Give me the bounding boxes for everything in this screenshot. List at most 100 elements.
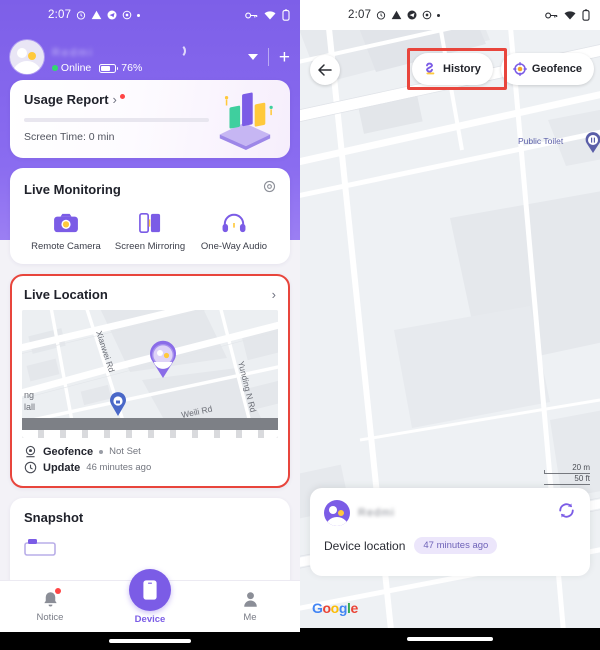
scale-line — [544, 484, 590, 485]
bottom-navigation: Notice Device Me — [0, 568, 300, 632]
clock-icon — [24, 461, 37, 474]
notice-badge-icon — [55, 588, 61, 594]
gear-icon — [422, 10, 432, 20]
map-scale: 20 m 50 ft — [544, 463, 590, 485]
live-location-title: Live Location — [24, 287, 108, 302]
geofence-label: Geofence — [43, 445, 94, 458]
device-fab-button[interactable] — [129, 568, 171, 611]
warning-icon — [391, 10, 402, 20]
scale-imperial: 50 ft — [574, 474, 590, 483]
monitoring-label: Screen Mirroring — [114, 241, 186, 252]
live-location-map[interactable]: Xianwei Rd Yunding N Rd Weili Rd ng lall — [22, 310, 278, 438]
notification-dot-icon — [119, 93, 125, 99]
refresh-icon[interactable] — [557, 501, 576, 525]
nav-label: Device — [134, 613, 166, 625]
nav-item-device[interactable]: Device — [100, 568, 200, 625]
device-name: Redmi — [52, 47, 94, 59]
status-time: 2:07 — [48, 9, 72, 21]
avatar[interactable] — [324, 500, 350, 526]
monitoring-item-one-way-audio[interactable]: One-Way Audio — [192, 212, 276, 252]
live-monitoring-title: Live Monitoring — [24, 181, 121, 197]
nav-item-notice[interactable]: Notice — [0, 588, 100, 623]
update-row: Update 46 minutes ago — [24, 461, 276, 474]
toilet-pin-icon[interactable] — [585, 132, 600, 154]
device-location-label: Device location — [324, 538, 406, 553]
battery-label: 76% — [121, 62, 143, 74]
person-icon — [243, 592, 257, 607]
tab-label: Geofence — [531, 63, 583, 75]
chevron-right-icon[interactable]: › — [272, 287, 276, 302]
wifi-icon — [564, 10, 576, 20]
home-indicator-bar — [0, 632, 300, 650]
left-phone-screen: 2:07 Redmi Online 76% + Usage Report › S… — [0, 0, 300, 650]
battery-icon — [582, 9, 590, 21]
snapshot-placeholder-icon — [24, 539, 56, 556]
snapshot-title: Snapshot — [24, 510, 84, 525]
geofence-icon — [25, 445, 36, 458]
svg-text:lall: lall — [24, 402, 35, 412]
loading-spinner-icon — [172, 44, 186, 58]
device-name: Redmi — [358, 507, 395, 519]
geofence-row: Geofence Not Set — [24, 445, 276, 458]
svg-text:ng: ng — [24, 390, 34, 400]
avatar[interactable] — [10, 40, 44, 74]
usage-progress-bar — [24, 118, 209, 122]
nav-item-me[interactable]: Me — [200, 590, 300, 623]
scale-line — [544, 470, 590, 474]
route-icon — [426, 62, 435, 75]
usage-report-card[interactable]: Usage Report › Screen Time: 0 min — [10, 80, 290, 158]
monitoring-label: Remote Camera — [31, 241, 101, 252]
battery-icon — [282, 9, 290, 21]
battery-status: 76% — [99, 62, 142, 74]
screen-mirror-icon — [139, 213, 161, 233]
device-header[interactable]: Redmi Online 76% + — [0, 34, 300, 80]
telegram-icon — [407, 10, 417, 20]
camera-icon — [54, 213, 78, 233]
device-location-sheet: Redmi Device location 47 minutes ago — [310, 488, 590, 576]
usage-report-title: Usage Report — [24, 92, 109, 107]
arrow-left-icon — [318, 64, 332, 76]
home-indicator-bar — [300, 628, 600, 650]
plus-icon[interactable]: + — [279, 48, 290, 67]
nav-label: Me — [243, 612, 257, 623]
gear-icon[interactable] — [263, 180, 276, 198]
monitoring-item-remote-camera[interactable]: Remote Camera — [24, 212, 108, 252]
status-time: 2:07 — [348, 9, 372, 21]
map-tabs: History Geofence — [412, 53, 595, 85]
update-label: Update — [43, 461, 81, 474]
nav-label: Notice — [36, 612, 64, 623]
alarm-icon — [376, 10, 386, 20]
live-location-details: Geofence Not Set Update 46 minutes ago — [12, 438, 288, 486]
dual-screenshot: 2:07 Redmi Online 76% + Usage Report › S… — [0, 0, 600, 650]
vpn-key-icon — [245, 11, 258, 20]
dot-icon — [137, 13, 141, 17]
google-attribution: Google — [312, 600, 358, 616]
monitoring-label: One-Way Audio — [200, 241, 268, 252]
chevron-right-icon: › — [112, 92, 117, 107]
tab-geofence[interactable]: Geofence — [500, 53, 595, 85]
online-label: Online — [60, 62, 92, 74]
target-icon — [512, 62, 527, 76]
chevron-down-icon[interactable] — [247, 54, 258, 60]
right-phone-screen: Xianwei Rd Public Toilet 2:07 — [300, 0, 600, 650]
tab-label: History — [443, 63, 481, 75]
live-location-card[interactable]: Live Location › Xianwei Rd Yunding N Rd … — [10, 274, 290, 488]
header-divider — [267, 48, 269, 66]
separator-dot-icon — [99, 449, 104, 454]
tab-history[interactable]: History — [412, 53, 493, 85]
last-update-chip: 47 minutes ago — [414, 537, 498, 554]
geofence-value: Not Set — [109, 446, 141, 457]
warning-icon — [91, 10, 102, 20]
phone-icon — [143, 579, 157, 600]
vpn-key-icon — [545, 11, 558, 20]
monitoring-item-screen-mirroring[interactable]: Screen Mirroring — [108, 212, 192, 252]
status-bar: 2:07 — [0, 0, 300, 30]
status-bar: 2:07 — [300, 0, 600, 30]
card-list: Usage Report › Screen Time: 0 min Live M… — [0, 80, 300, 592]
headphones-icon — [222, 213, 246, 233]
online-dot-icon — [52, 65, 58, 71]
back-button[interactable] — [310, 55, 340, 85]
scale-metric: 20 m — [572, 463, 590, 472]
dot-icon — [437, 13, 441, 17]
bar-chart-illustration — [219, 92, 273, 150]
